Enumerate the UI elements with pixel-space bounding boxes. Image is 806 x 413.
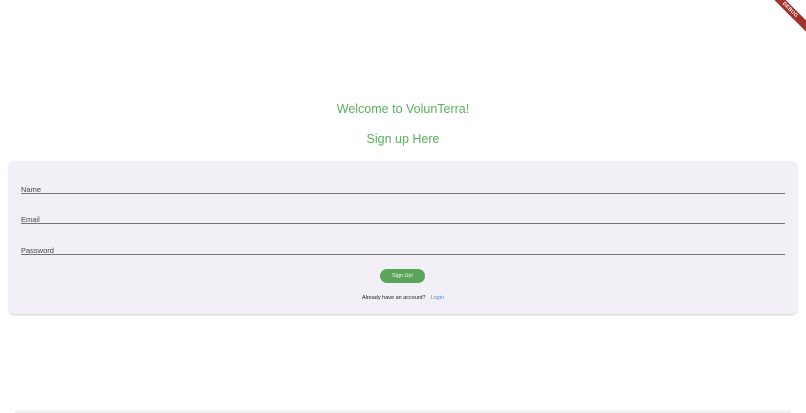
debug-banner: DEBUG — [765, 0, 806, 35]
login-prompt: Already have an account? — [361, 295, 426, 301]
signup-card: Sign Up! Already have an account? Login — [9, 161, 797, 314]
page: DEBUG Welcome to VolunTerra! Sign up Her… — [0, 0, 806, 413]
name-field — [21, 179, 785, 197]
signup-heading: Sign up Here — [366, 132, 440, 146]
password-input[interactable] — [21, 243, 785, 258]
password-field — [21, 240, 785, 258]
name-input[interactable] — [21, 182, 785, 197]
email-field — [21, 209, 785, 227]
bottom-divider — [15, 409, 791, 413]
login-row: Already have an account? Login — [9, 295, 797, 301]
login-link[interactable]: Login — [431, 295, 444, 301]
welcome-heading: Welcome to VolunTerra! — [336, 102, 470, 116]
email-input[interactable] — [21, 212, 785, 227]
signup-button[interactable]: Sign Up! — [380, 269, 425, 283]
